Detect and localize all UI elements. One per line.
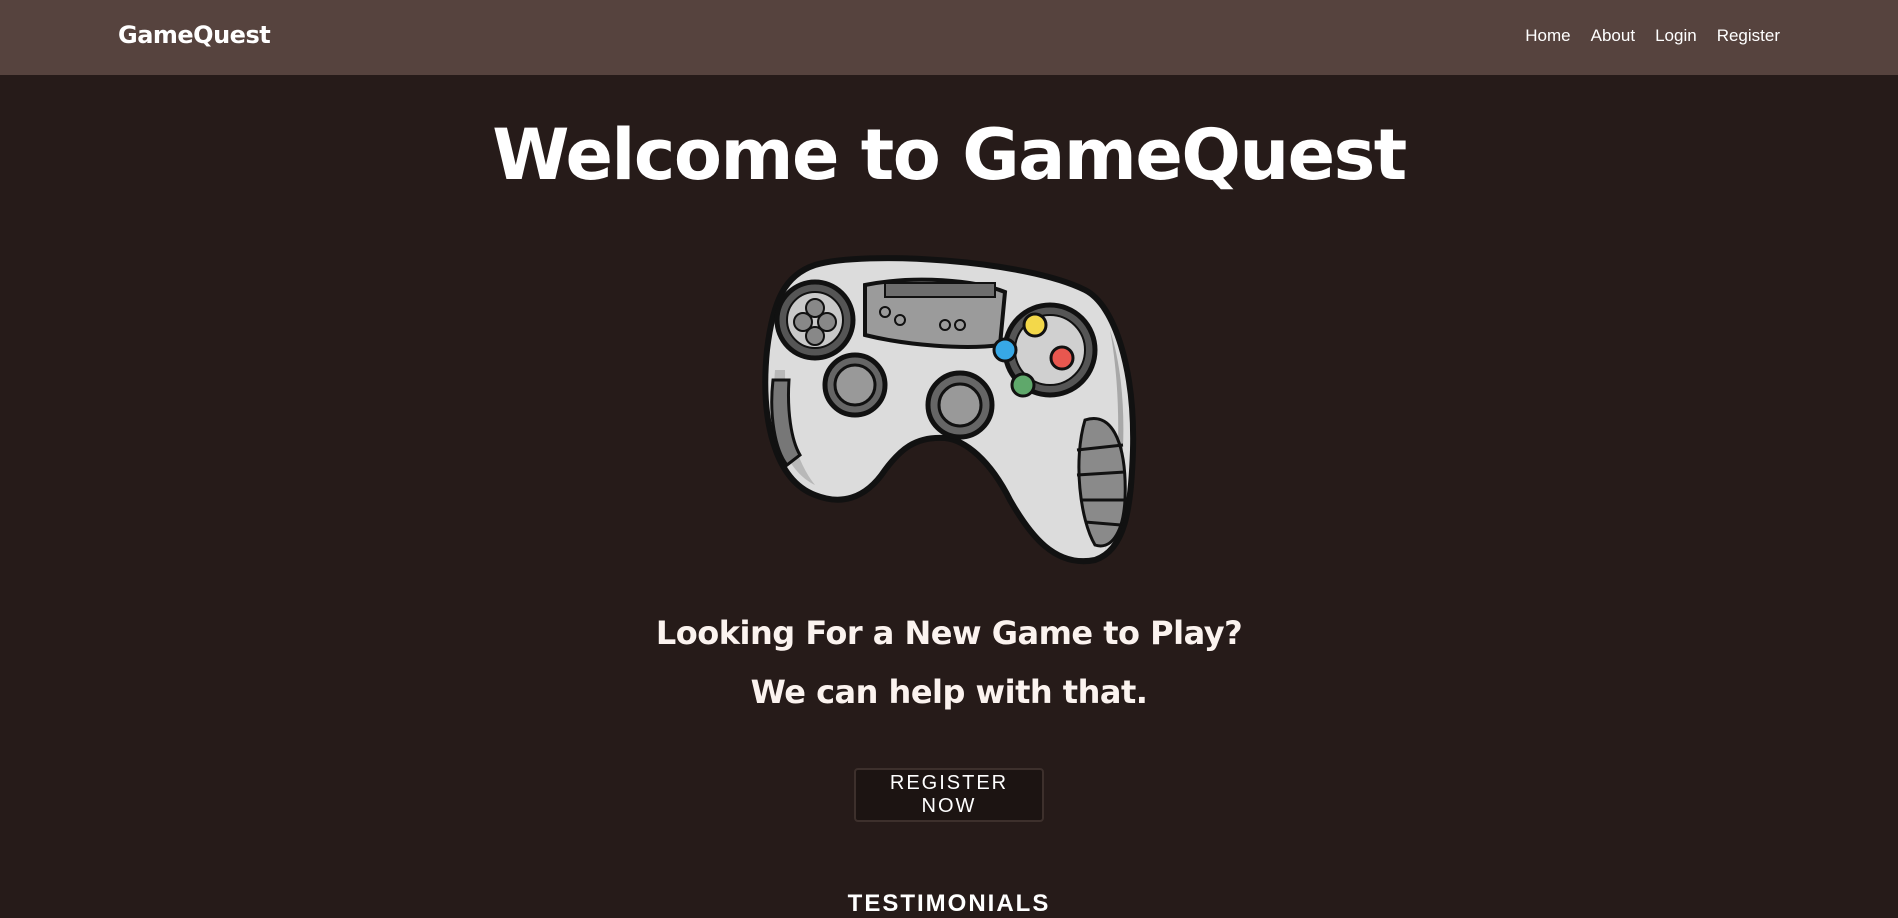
tagline-question: Looking For a New Game to Play?: [655, 614, 1243, 652]
nav-links: Home About Login Register: [1525, 26, 1780, 46]
register-now-button[interactable]: REGISTER NOW: [854, 768, 1044, 822]
navbar: GameQuest Home About Login Register: [0, 0, 1898, 75]
testimonials-heading: TESTIMONIALS: [847, 890, 1051, 917]
nav-link-register[interactable]: Register: [1717, 26, 1780, 46]
game-controller-illustration: [762, 255, 1137, 565]
brand-logo[interactable]: GameQuest: [118, 21, 271, 49]
nav-link-login[interactable]: Login: [1655, 26, 1697, 46]
hero-title: Welcome to GameQuest: [492, 114, 1407, 196]
nav-link-about[interactable]: About: [1591, 26, 1635, 46]
nav-link-home[interactable]: Home: [1525, 26, 1570, 46]
tagline-answer: We can help with that.: [750, 673, 1148, 711]
